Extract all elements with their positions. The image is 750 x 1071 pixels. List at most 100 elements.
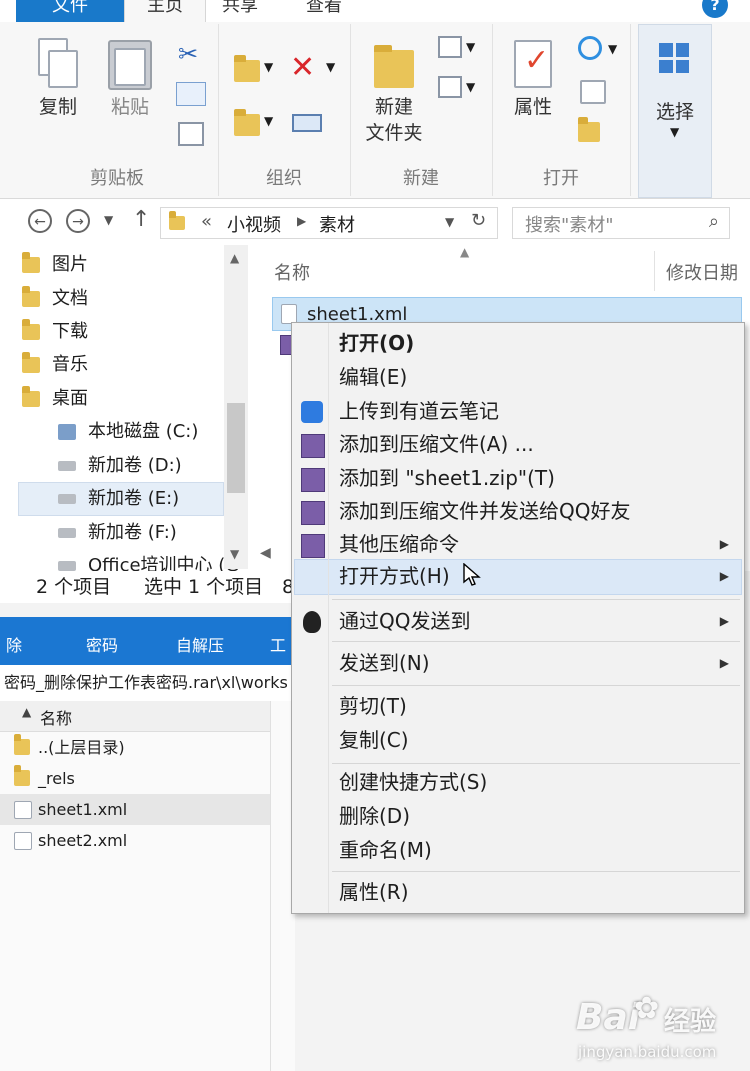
rename-icon[interactable] <box>292 114 322 132</box>
edit-icon[interactable] <box>580 80 606 104</box>
new-item-dropdown-icon[interactable]: ▼ <box>466 40 475 54</box>
new-item-icon[interactable] <box>438 36 462 58</box>
nav-label: Office培训中心 (G <box>88 555 240 571</box>
menu-item-edit[interactable]: 编辑(E) <box>339 361 407 394</box>
menu-item-rename[interactable]: 重命名(M) <box>339 834 432 867</box>
address-row: ← → ▼ ↑ « 小视频 ▶ 素材 ▼ ↻ 搜索"素材" ⌕ <box>0 199 750 245</box>
menu-item-open[interactable]: 打开(O) <box>339 327 414 360</box>
menu-item-open-with[interactable]: 打开方式(H) ▶ <box>339 560 737 593</box>
clipboard-group-label: 剪贴板 <box>90 168 144 189</box>
select-group[interactable]: 选择 ▼ <box>638 24 712 198</box>
nav-item-pictures[interactable]: 图片 <box>22 249 232 281</box>
archive-toolbar: 除 密码 自解压 工 <box>0 617 295 665</box>
copy-to-icon[interactable] <box>234 109 260 136</box>
tab-share[interactable]: 共享 <box>222 0 258 22</box>
menu-item-send-to[interactable]: 发送到(N) ▶ <box>339 647 737 680</box>
breadcrumb-overflow[interactable]: « <box>201 211 212 232</box>
cut-icon[interactable]: ✂ <box>178 40 200 68</box>
pictures-folder-icon <box>22 252 40 273</box>
open-group: ✓ 属性 ▼ 打开 <box>492 24 631 196</box>
column-header-name[interactable]: 名称 <box>274 259 310 285</box>
archive-password-button[interactable]: 密码 <box>86 632 118 656</box>
copy-to-dropdown-icon[interactable]: ▼ <box>264 114 273 128</box>
breadcrumb-item-material[interactable]: 素材 <box>319 211 355 237</box>
move-to-icon[interactable] <box>234 55 260 82</box>
sort-up-icon: ▲ <box>22 705 32 719</box>
nav-item-desktop[interactable]: 桌面 <box>22 383 232 415</box>
drive-icon <box>58 461 76 471</box>
scroll-thumb[interactable] <box>227 403 245 493</box>
scroll-up-icon[interactable]: ▲ <box>230 251 239 265</box>
properties-button[interactable]: ✓ 属性 <box>500 34 566 120</box>
copy-path-icon[interactable] <box>176 82 206 106</box>
drive-icon <box>58 561 76 571</box>
archive-path-bar[interactable]: 密码_删除保护工作表密码.rar\xl\works <box>0 665 295 702</box>
address-bar[interactable]: « 小视频 ▶ 素材 ▼ ↻ <box>160 207 498 239</box>
help-icon[interactable]: ? <box>702 0 728 18</box>
hscroll-left-icon[interactable]: ◀ <box>260 545 271 561</box>
up-icon[interactable]: ↑ <box>132 207 150 232</box>
menu-item-cut[interactable]: 剪切(T) <box>339 690 407 723</box>
organize-group-label: 组织 <box>266 168 302 189</box>
nav-item-documents[interactable]: 文档 <box>22 283 232 315</box>
recent-locations-icon[interactable]: ▼ <box>104 213 113 227</box>
easy-access-dropdown-icon[interactable]: ▼ <box>466 80 475 94</box>
new-folder-button[interactable]: 新建 文件夹 <box>354 34 434 146</box>
paste-shortcut-icon[interactable] <box>178 122 204 146</box>
menu-item-add-zip[interactable]: 添加到 "sheet1.zip"(T) <box>301 462 555 495</box>
menu-item-other-compress[interactable]: 其他压缩命令 ▶ <box>301 528 737 561</box>
archive-row-parent[interactable]: ..(上层目录) <box>0 732 270 763</box>
copy-icon <box>28 34 88 94</box>
search-input[interactable]: 搜索"素材" ⌕ <box>512 207 730 239</box>
refresh-icon[interactable]: ↻ <box>471 210 486 231</box>
nav-label: 新加卷 (F:) <box>88 522 177 543</box>
breadcrumb-item-videos[interactable]: 小视频 <box>227 211 281 237</box>
menu-item-delete[interactable]: 删除(D) <box>339 800 410 833</box>
menu-item-copy[interactable]: 复制(C) <box>339 724 409 757</box>
properties-icon: ✓ <box>500 34 566 94</box>
nav-item-downloads[interactable]: 下载 <box>22 316 232 348</box>
open-dropdown-icon[interactable]: ▼ <box>608 42 617 56</box>
history-icon[interactable] <box>578 117 600 142</box>
paste-button[interactable]: 粘贴 <box>100 34 160 120</box>
archive-column-header[interactable]: ▲ 名称 <box>0 701 270 732</box>
menu-separator <box>332 763 740 764</box>
menu-item-label: 添加到 "sheet1.zip"(T) <box>339 466 555 490</box>
archive-tools-button[interactable]: 工 <box>270 632 286 656</box>
baidu-watermark: Bai ✿ 经验 jingyan.baidu.com <box>560 985 740 1065</box>
back-icon[interactable]: ← <box>28 209 52 233</box>
archive-row-rels[interactable]: _rels <box>0 763 270 794</box>
menu-item-properties[interactable]: 属性(R) <box>339 876 409 909</box>
easy-access-icon[interactable] <box>438 76 462 98</box>
archive-sfx-button[interactable]: 自解压 <box>176 632 224 656</box>
ie-open-icon[interactable] <box>578 36 602 60</box>
archive-row-sheet2[interactable]: sheet2.xml <box>0 825 270 856</box>
menu-item-add-archive[interactable]: 添加到压缩文件(A) ... <box>301 428 534 461</box>
archive-delete-button[interactable]: 除 <box>6 632 22 656</box>
scroll-down-icon[interactable]: ▼ <box>230 547 239 561</box>
menu-item-youdao[interactable]: 上传到有道云笔记 <box>301 395 499 428</box>
column-header-date[interactable]: 修改日期 <box>666 259 738 285</box>
menu-item-add-send-qq[interactable]: 添加到压缩文件并发送给QQ好友 <box>301 495 630 528</box>
winrar-icon <box>301 468 325 492</box>
menu-item-create-shortcut[interactable]: 创建快捷方式(S) <box>339 766 487 799</box>
archive-row-sheet1[interactable]: sheet1.xml <box>0 794 270 825</box>
nav-label: 本地磁盘 (C:) <box>88 421 199 442</box>
nav-scrollbar[interactable]: ▲ ▼ <box>224 245 248 569</box>
address-dropdown-icon[interactable]: ▼ <box>445 215 454 229</box>
menu-item-send-qq[interactable]: 通过QQ发送到 ▶ <box>303 605 737 638</box>
breadcrumb-separator-icon: ▶ <box>297 214 307 228</box>
tab-home[interactable]: 主页 <box>124 0 206 22</box>
column-divider <box>654 251 655 291</box>
delete-icon[interactable]: ✕ <box>290 50 315 85</box>
tab-file[interactable]: 文件 <box>16 0 124 22</box>
move-to-dropdown-icon[interactable]: ▼ <box>264 60 273 74</box>
search-icon[interactable]: ⌕ <box>709 211 719 232</box>
tab-view[interactable]: 查看 <box>306 0 342 22</box>
menu-item-label: 上传到有道云笔记 <box>339 399 499 423</box>
forward-icon[interactable]: → <box>66 209 90 233</box>
copy-button[interactable]: 复制 <box>28 34 88 120</box>
submenu-arrow-icon: ▶ <box>719 537 729 551</box>
nav-item-music[interactable]: 音乐 <box>22 349 232 381</box>
delete-dropdown-icon[interactable]: ▼ <box>326 60 335 74</box>
